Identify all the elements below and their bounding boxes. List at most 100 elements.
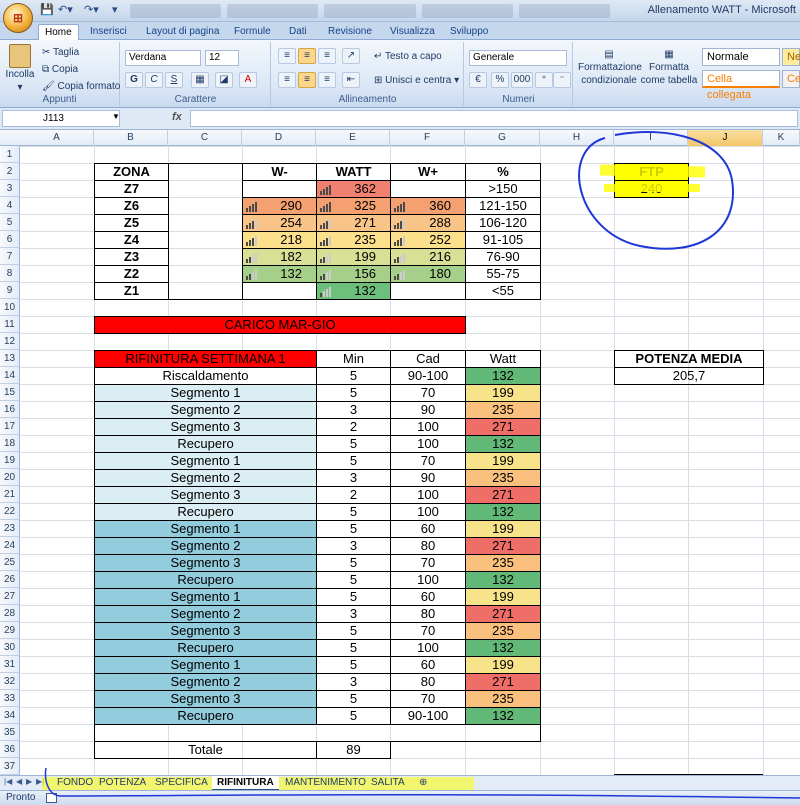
align-top-icon[interactable]: ≡ [278, 48, 296, 64]
row-header-17[interactable]: 17 [0, 418, 20, 435]
zona-cell[interactable]: Z3 [94, 248, 169, 266]
name-box-dropdown-icon[interactable]: ▼ [112, 112, 120, 121]
min-cell[interactable]: 3 [316, 401, 391, 419]
watt-target-cell[interactable]: 132 [465, 639, 541, 657]
row-header-13[interactable]: 13 [0, 350, 20, 367]
column-header-h[interactable]: H [540, 130, 614, 146]
w-minus-cell[interactable]: 254 [242, 214, 317, 232]
watt-target-cell[interactable]: 235 [465, 690, 541, 708]
style-neutral[interactable]: Ne [782, 48, 800, 66]
tab-formule[interactable]: Formule [228, 24, 277, 40]
row-header-28[interactable]: 28 [0, 605, 20, 622]
watt-target-cell[interactable]: 132 [465, 571, 541, 589]
cad-cell[interactable]: 90 [390, 401, 466, 419]
bold-button[interactable]: G [125, 72, 143, 88]
segment-name-cell[interactable]: Recupero [94, 503, 317, 521]
watt-target-cell[interactable]: 235 [465, 469, 541, 487]
spacer-row[interactable] [94, 724, 541, 742]
workout-title[interactable]: RIFINITURA SETTIMANA 1 [94, 350, 317, 368]
w-minus-cell[interactable]: 290 [242, 197, 317, 215]
first-sheet-icon[interactable]: |◀ [4, 777, 12, 786]
format-table-button[interactable]: ▦ Formatta come tabella [640, 48, 698, 87]
watt-target-cell[interactable]: 271 [465, 605, 541, 623]
min-cell[interactable]: 5 [316, 384, 391, 402]
font-name-combo[interactable]: Verdana [125, 50, 201, 66]
next-sheet-icon[interactable]: ▶ [26, 777, 32, 786]
zona-cell[interactable]: Z5 [94, 214, 169, 232]
watt-target-cell[interactable]: 132 [465, 707, 541, 725]
row-header-7[interactable]: 7 [0, 248, 20, 265]
column-header-g[interactable]: G [465, 130, 540, 146]
segment-name-cell[interactable]: Segmento 2 [94, 469, 317, 487]
row-header-31[interactable]: 31 [0, 656, 20, 673]
w-minus-cell[interactable]: 218 [242, 231, 317, 249]
formula-input[interactable] [190, 110, 798, 127]
percent-cell[interactable]: 91-105 [465, 231, 541, 249]
w-plus-cell[interactable]: 360 [390, 197, 466, 215]
segment-name-cell[interactable]: Segmento 2 [94, 673, 317, 691]
cad-cell[interactable]: 60 [390, 520, 466, 538]
watt-cell[interactable]: 362 [316, 180, 391, 198]
row-header-5[interactable]: 5 [0, 214, 20, 231]
cad-cell[interactable]: 80 [390, 673, 466, 691]
w-minus-cell[interactable]: 132 [242, 265, 317, 283]
increase-decimal-icon[interactable]: ⁺ [535, 72, 553, 88]
carico-banner[interactable]: CARICO MAR-GIO [94, 316, 466, 334]
watt-target-cell[interactable]: 271 [465, 486, 541, 504]
percent-cell[interactable]: 106-120 [465, 214, 541, 232]
header-min[interactable]: Min [316, 350, 391, 368]
cad-cell[interactable]: 70 [390, 690, 466, 708]
align-right-icon[interactable]: ≡ [318, 72, 336, 88]
column-header-d[interactable]: D [242, 130, 316, 146]
cad-cell[interactable]: 100 [390, 503, 466, 521]
row-header-20[interactable]: 20 [0, 469, 20, 486]
row-header-16[interactable]: 16 [0, 401, 20, 418]
cad-cell[interactable]: 70 [390, 554, 466, 572]
percent-cell[interactable]: 121-150 [465, 197, 541, 215]
row-header-25[interactable]: 25 [0, 554, 20, 571]
row-header-22[interactable]: 22 [0, 503, 20, 520]
column-header-e[interactable]: E [316, 130, 390, 146]
min-cell[interactable]: 5 [316, 503, 391, 521]
column-header-f[interactable]: F [390, 130, 465, 146]
segment-name-cell[interactable]: Segmento 3 [94, 486, 317, 504]
potenza-media-value[interactable]: 205,7 [614, 367, 764, 385]
percent-cell[interactable]: 76-90 [465, 248, 541, 266]
paste-button[interactable]: Incolla ▾ [4, 44, 36, 93]
min-cell[interactable]: 3 [316, 673, 391, 691]
fx-icon[interactable]: fx [172, 111, 182, 123]
segment-name-cell[interactable]: Recupero [94, 571, 317, 589]
redo-icon[interactable]: ↷▾ [84, 3, 99, 18]
w-plus-cell[interactable]: 252 [390, 231, 466, 249]
segment-name-cell[interactable]: Recupero [94, 639, 317, 657]
row-header-32[interactable]: 32 [0, 673, 20, 690]
w-minus-cell[interactable] [242, 282, 317, 300]
watt-target-cell[interactable]: 199 [465, 588, 541, 606]
ftp-label[interactable]: FTP [614, 163, 689, 181]
sheet-tab-mantenimento[interactable]: MANTENIMENTO [280, 776, 371, 791]
w-minus-cell[interactable] [242, 180, 317, 198]
column-header-j[interactable]: J [688, 130, 763, 146]
header-w-plus[interactable]: W+ [390, 163, 466, 181]
tab-revisione[interactable]: Revisione [322, 24, 378, 40]
format-painter-button[interactable]: 🖌 Copia formato [42, 80, 120, 93]
total-value[interactable]: 89 [316, 741, 391, 759]
column-header-c[interactable]: C [168, 130, 242, 146]
row-header-30[interactable]: 30 [0, 639, 20, 656]
segment-name-cell[interactable]: Riscaldamento [94, 367, 317, 385]
column-header-i[interactable]: I [614, 130, 688, 146]
w-plus-cell[interactable]: 180 [390, 265, 466, 283]
undo-icon[interactable]: ↶▾ [58, 3, 73, 18]
watt-cell[interactable]: 132 [316, 282, 391, 300]
font-size-combo[interactable]: 12 [205, 50, 239, 66]
watt-cell[interactable]: 156 [316, 265, 391, 283]
office-button[interactable]: ⊞ [3, 3, 33, 33]
segment-name-cell[interactable]: Segmento 1 [94, 520, 317, 538]
min-cell[interactable]: 2 [316, 418, 391, 436]
cad-cell[interactable]: 90-100 [390, 367, 466, 385]
watt-target-cell[interactable]: 235 [465, 554, 541, 572]
insert-sheet-icon[interactable]: ⊕ [414, 776, 432, 791]
customize-qat-icon[interactable]: ▾ [112, 3, 118, 18]
header-zona[interactable]: ZONA [94, 163, 169, 181]
style-calc[interactable]: Ce [782, 70, 800, 88]
